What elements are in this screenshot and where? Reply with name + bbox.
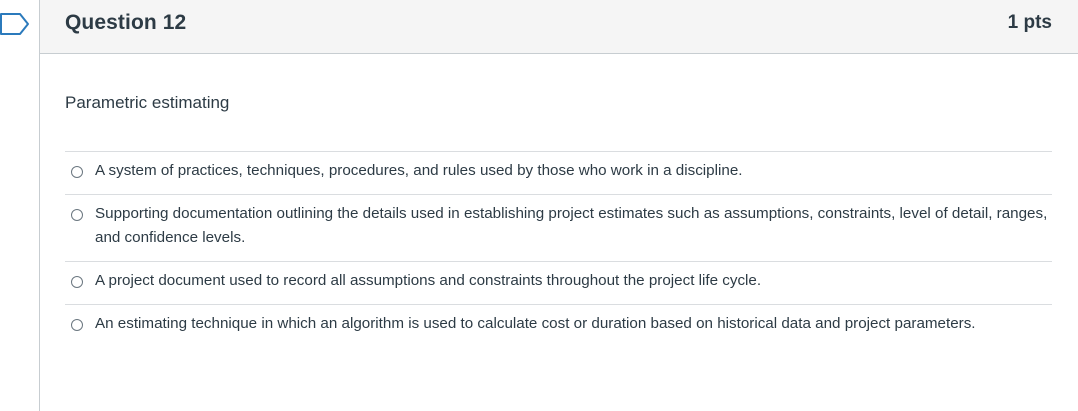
question-header: Question 12 1 pts [40,0,1078,54]
answer-label[interactable]: A project document used to record all as… [95,269,761,293]
radio-button[interactable] [71,319,83,331]
answer-option-1[interactable]: A system of practices, techniques, proce… [65,152,1052,195]
answer-option-2[interactable]: Supporting documentation outlining the d… [65,195,1052,262]
quiz-page: Question 12 1 pts Parametric estimating … [0,0,1078,411]
answer-label[interactable]: Supporting documentation outlining the d… [95,202,1052,250]
radio-button[interactable] [71,166,83,178]
radio-button[interactable] [71,209,83,221]
question-text: Parametric estimating [65,93,230,112]
question-card: Question 12 1 pts Parametric estimating … [39,0,1078,411]
answer-list: A system of practices, techniques, proce… [65,151,1052,347]
answer-label[interactable]: A system of practices, techniques, proce… [95,159,743,183]
question-title: Question 12 [65,10,187,34]
answer-option-4[interactable]: An estimating technique in which an algo… [65,305,1052,347]
answer-label[interactable]: An estimating technique in which an algo… [95,312,976,336]
question-body: Parametric estimating A system of practi… [40,93,1078,347]
answer-option-3[interactable]: A project document used to record all as… [65,262,1052,305]
radio-button[interactable] [71,276,83,288]
flag-icon[interactable] [0,13,30,35]
question-points: 1 pts [1007,11,1052,33]
